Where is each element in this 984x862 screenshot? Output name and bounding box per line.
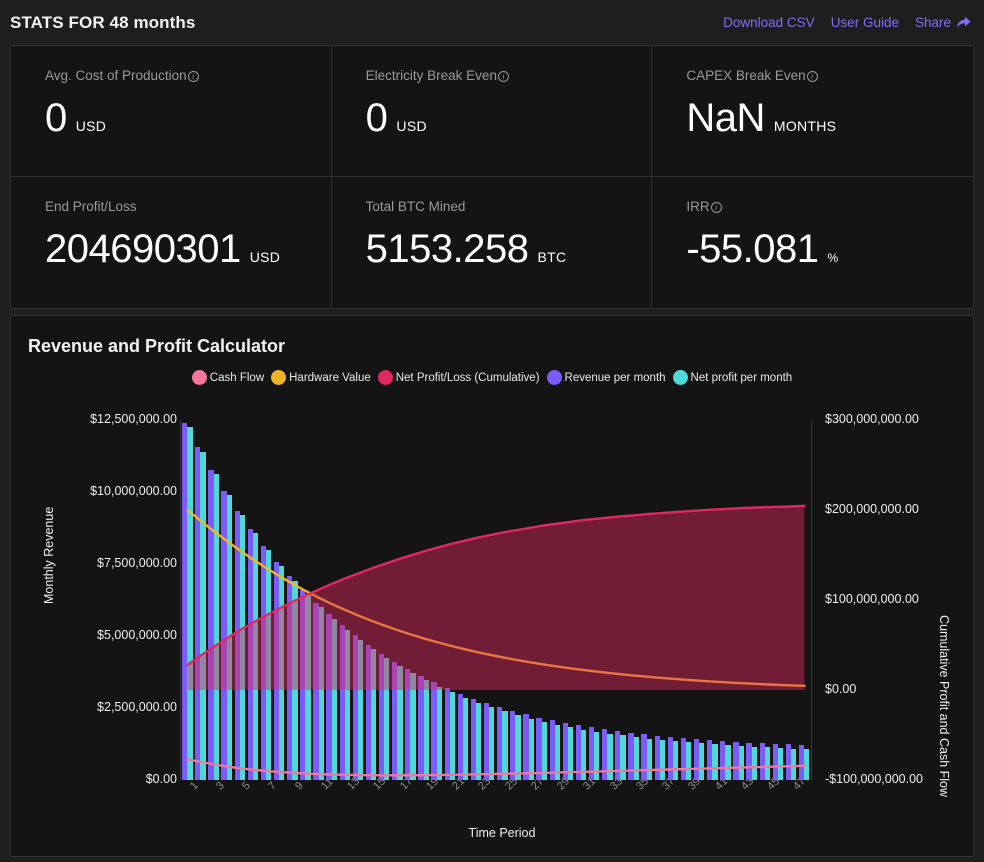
stat-unit: USD (76, 118, 106, 134)
legend-item[interactable]: Hardware Value (271, 370, 371, 385)
y-tick-left: $10,000,000.00 (90, 484, 177, 498)
plot-area: Monthly Revenue Cumulative Profit and Ca… (11, 390, 974, 856)
stat-value-row: -55.081 % (686, 228, 973, 270)
stat-label: IRR i (686, 199, 973, 214)
stat-value-row: 5153.258 BTC (366, 228, 652, 270)
x-axis-label: Time Period (11, 826, 974, 840)
x-tick-label: 7 (266, 780, 279, 793)
y-axis-right-line (811, 420, 812, 780)
stat-label-text: Total BTC Mined (366, 199, 466, 214)
app-header: STATS FOR 48 months Download CSV User Gu… (0, 0, 984, 45)
info-icon[interactable]: i (498, 71, 509, 82)
legend-color-dot (378, 370, 393, 385)
stat-value: 5153.258 (366, 228, 529, 270)
legend-label: Net Profit/Loss (Cumulative) (396, 372, 540, 384)
y-tick-right: $300,000,000.00 (825, 412, 919, 426)
stat-card-capex-break-even: CAPEX Break Even i NaN MONTHS (652, 46, 973, 177)
x-tick-label: 3 (214, 780, 227, 793)
chart-panel: Revenue and Profit Calculator Cash Flow H… (10, 315, 974, 857)
plot-canvas[interactable] (181, 420, 811, 780)
legend-color-dot (673, 370, 688, 385)
stat-card-end-profit-loss: End Profit/Loss 204690301 USD (11, 177, 332, 308)
stat-value-row: 0 USD (45, 97, 331, 139)
page-title: STATS FOR 48 months (10, 13, 195, 33)
legend-item[interactable]: Cash Flow (192, 370, 264, 385)
stat-label-text: Avg. Cost of Production (45, 68, 187, 83)
legend-color-dot (192, 370, 207, 385)
y-tick-left: $7,500,000.00 (97, 556, 177, 570)
y-tick-right: $200,000,000.00 (825, 502, 919, 516)
x-tick-label: 9 (293, 780, 306, 793)
stat-label-text: Electricity Break Even (366, 68, 497, 83)
y-tick-left: $5,000,000.00 (97, 628, 177, 642)
legend-item[interactable]: Net profit per month (673, 370, 793, 385)
stat-unit: BTC (538, 249, 567, 265)
share-arrow-icon (955, 14, 972, 31)
y-tick-left: $0.00 (146, 772, 177, 786)
info-icon[interactable]: i (188, 71, 199, 82)
user-guide-link[interactable]: User Guide (831, 15, 899, 30)
stat-value: 204690301 (45, 228, 241, 270)
y-tick-right: -$100,000,000.00 (825, 772, 923, 786)
legend-color-dot (547, 370, 562, 385)
legend-label: Cash Flow (210, 372, 264, 384)
y-tick-left: $2,500,000.00 (97, 700, 177, 714)
stat-card-electricity-break-even: Electricity Break Even i 0 USD (332, 46, 653, 177)
chart-title: Revenue and Profit Calculator (11, 316, 973, 357)
stat-value: -55.081 (686, 228, 818, 270)
legend-label: Net profit per month (691, 372, 793, 384)
share-link-label[interactable]: Share (915, 15, 951, 30)
chart-line (188, 759, 805, 775)
y-tick-right: $0.00 (825, 682, 856, 696)
stat-value: NaN (686, 97, 765, 139)
y-axis-left-label: Monthly Revenue (42, 507, 56, 604)
stat-value-row: 0 USD (366, 97, 652, 139)
x-axis-ticks: 1357911131517192123252729313335373941434… (181, 782, 811, 816)
stat-value: 0 (366, 97, 388, 139)
legend-item[interactable]: Net Profit/Loss (Cumulative) (378, 370, 540, 385)
legend-item[interactable]: Revenue per month (547, 370, 666, 385)
stat-unit: USD (396, 118, 426, 134)
stat-value: 0 (45, 97, 67, 139)
stat-card-total-btc-mined: Total BTC Mined 5153.258 BTC (332, 177, 653, 308)
legend-label: Hardware Value (289, 372, 371, 384)
stat-unit: MONTHS (774, 118, 836, 134)
stat-label: Total BTC Mined (366, 199, 652, 214)
stat-card-irr: IRR i -55.081 % (652, 177, 973, 308)
stat-label-text: End Profit/Loss (45, 199, 137, 214)
chart-legend: Cash Flow Hardware Value Net Profit/Loss (… (11, 370, 973, 385)
legend-color-dot (271, 370, 286, 385)
stat-unit: USD (250, 249, 280, 265)
share-button[interactable]: Share (915, 14, 972, 31)
stat-label: End Profit/Loss (45, 199, 331, 214)
info-icon[interactable]: i (807, 71, 818, 82)
x-tick-label: 5 (240, 780, 253, 793)
stat-label: Avg. Cost of Production i (45, 68, 331, 83)
y-tick-left: $12,500,000.00 (90, 412, 177, 426)
info-icon[interactable]: i (711, 202, 722, 213)
download-csv-link[interactable]: Download CSV (723, 15, 815, 30)
stat-value-row: NaN MONTHS (686, 97, 973, 139)
header-links: Download CSV User Guide Share (723, 14, 972, 31)
stat-unit: % (828, 251, 839, 265)
x-tick-label: 1 (188, 780, 201, 793)
stat-label: Electricity Break Even i (366, 68, 652, 83)
y-tick-right: $100,000,000.00 (825, 592, 919, 606)
y-axis-right-label: Cumulative Profit and Cash Flow (937, 615, 951, 797)
chart-lines-overlay (181, 420, 811, 780)
stat-label-text: IRR (686, 199, 709, 214)
legend-label: Revenue per month (565, 372, 666, 384)
stat-value-row: 204690301 USD (45, 228, 331, 270)
stat-label: CAPEX Break Even i (686, 68, 973, 83)
stat-card-avg-cost-of-production: Avg. Cost of Production i 0 USD (11, 46, 332, 177)
stat-label-text: CAPEX Break Even (686, 68, 805, 83)
stats-grid: Avg. Cost of Production i 0 USD Electric… (10, 45, 974, 309)
